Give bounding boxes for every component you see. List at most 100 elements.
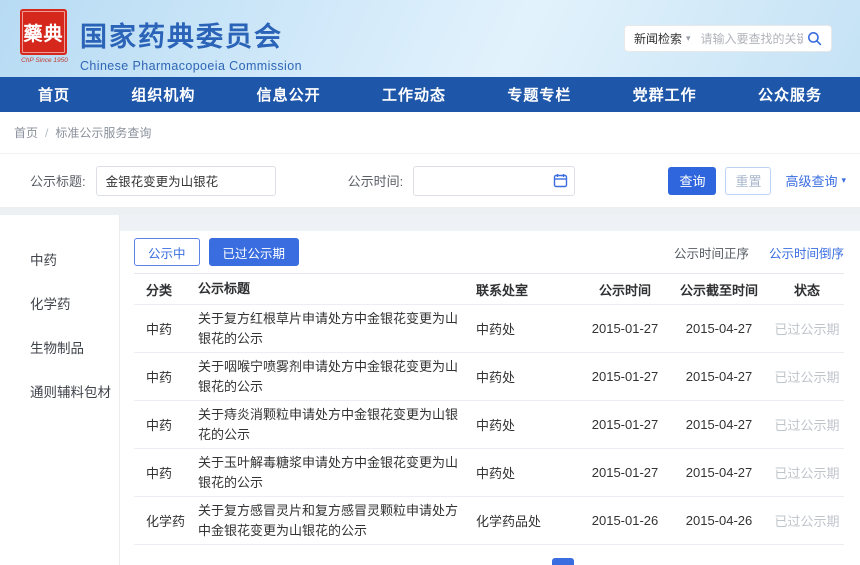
tab-ongoing[interactable]: 公示中 — [134, 238, 200, 266]
page-button-5[interactable]: 5 — [528, 562, 535, 565]
page-button-4[interactable]: 4 — [499, 562, 506, 565]
advanced-query-button[interactable]: 高级查询 ▾ — [785, 171, 846, 190]
row-title-link[interactable]: 关于复方红根草片申请处方中金银花变更为山银花的公示 — [198, 309, 476, 348]
search-input[interactable] — [701, 32, 803, 46]
nav-item-special-topics[interactable]: 专题专栏 — [499, 84, 579, 105]
row-publish-date: 2015-01-27 — [582, 465, 668, 480]
chevron-down-icon: ▾ — [686, 33, 691, 44]
search-category-label: 新闻检索 — [634, 30, 682, 47]
row-office: 中药处 — [476, 463, 582, 482]
row-status: 已过公示期 — [770, 511, 844, 530]
sort-time-asc-link[interactable]: 公示时间正序 — [674, 243, 749, 262]
chevron-down-icon: ▾ — [841, 175, 846, 186]
site-logo[interactable]: 藥典 ChP Since 1950 — [20, 9, 69, 67]
calendar-icon[interactable] — [553, 173, 568, 188]
pharmacopoeia-seal-icon: 藥典 — [20, 9, 67, 55]
row-status: 已过公示期 — [770, 319, 844, 338]
col-office: 联系处室 — [476, 280, 582, 299]
section-divider — [0, 207, 860, 215]
notice-time-field — [413, 166, 575, 196]
nav-item-organization[interactable]: 组织机构 — [123, 84, 203, 105]
sort-time-desc-link[interactable]: 公示时间倒序 — [769, 243, 844, 262]
sidebar-item-excipients[interactable]: 通则辅料包材 — [0, 369, 119, 413]
filter-actions: 查询 重置 高级查询 ▾ — [668, 167, 846, 195]
search-category-select[interactable]: 新闻检索 ▾ — [634, 30, 691, 47]
seal-caption: ChP Since 1950 — [20, 57, 69, 64]
row-office: 化学药品处 — [476, 511, 582, 530]
brand-block: 国家药典委员会 Chinese Pharmacopoeia Commission — [80, 15, 302, 73]
advanced-query-label: 高级查询 — [785, 171, 837, 190]
header-search-box: 新闻检索 ▾ — [624, 25, 832, 52]
notice-title-input[interactable] — [96, 166, 276, 196]
row-publish-date: 2015-01-26 — [582, 513, 668, 528]
col-publish-date: 公示时间 — [582, 280, 668, 299]
search-icon[interactable] — [807, 31, 822, 46]
notice-time-label: 公示时间: — [348, 171, 404, 190]
nav-item-info-disclosure[interactable]: 信息公开 — [249, 84, 329, 105]
col-end-date: 公示截至时间 — [668, 280, 770, 299]
tab-expired[interactable]: 已过公示期 — [209, 238, 300, 266]
row-status: 已过公示期 — [770, 367, 844, 386]
row-status: 已过公示期 — [770, 463, 844, 482]
main-nav: 首页 组织机构 信息公开 工作动态 专题专栏 党群工作 公众服务 — [0, 77, 860, 112]
nav-item-public-service[interactable]: 公众服务 — [750, 84, 830, 105]
table-row: 中药 关于痔炎消颗粒申请处方中金银花变更为山银花的公示 中药处 2015-01-… — [134, 401, 844, 449]
sidebar-item-biologics[interactable]: 生物制品 — [0, 325, 119, 369]
row-title-link[interactable]: 关于咽喉宁喷雾剂申请处方中金银花变更为山银花的公示 — [198, 357, 476, 396]
sort-links: 公示时间正序 公示时间倒序 — [674, 243, 844, 262]
table-row: 中药 关于复方红根草片申请处方中金银花变更为山银花的公示 中药处 2015-01… — [134, 305, 844, 353]
col-title: 公示标题 — [198, 279, 476, 299]
row-office: 中药处 — [476, 367, 582, 386]
row-category: 化学药 — [134, 511, 198, 530]
row-publish-date: 2015-01-27 — [582, 417, 668, 432]
row-publish-date: 2015-01-27 — [582, 321, 668, 336]
reset-button[interactable]: 重置 — [725, 167, 771, 195]
nav-item-work-news[interactable]: 工作动态 — [374, 84, 454, 105]
row-status: 已过公示期 — [770, 415, 844, 434]
notice-time-input[interactable] — [413, 166, 575, 196]
row-category: 中药 — [134, 319, 198, 338]
main-content: 公示中 已过公示期 公示时间正序 公示时间倒序 分类 公示标题 联系处室 公示时… — [120, 215, 860, 565]
row-end-date: 2015-04-26 — [668, 513, 770, 528]
query-button[interactable]: 查询 — [668, 167, 716, 195]
col-category: 分类 — [134, 280, 198, 299]
site-subtitle: Chinese Pharmacopoeia Commission — [80, 59, 302, 73]
row-end-date: 2015-04-27 — [668, 417, 770, 432]
table-row: 化学药 关于复方感冒灵片和复方感冒灵颗粒申请处方中金银花变更为山银花的公示 化学… — [134, 497, 844, 545]
sidebar-item-tcm[interactable]: 中药 — [0, 237, 119, 281]
site-header: 藥典 ChP Since 1950 国家药典委员会 Chinese Pharma… — [0, 0, 860, 77]
notice-title-label: 公示标题: — [30, 171, 86, 190]
row-office: 中药处 — [476, 415, 582, 434]
row-category: 中药 — [134, 415, 198, 434]
breadcrumb-home-link[interactable]: 首页 — [14, 124, 38, 141]
filter-bar: 公示标题: 公示时间: 查询 重置 高级查询 ▾ — [0, 154, 860, 207]
row-title-link[interactable]: 关于痔炎消颗粒申请处方中金银花变更为山银花的公示 — [198, 405, 476, 444]
row-publish-date: 2015-01-27 — [582, 369, 668, 384]
main-top-strip — [120, 215, 860, 231]
nav-item-party-work[interactable]: 党群工作 — [625, 84, 705, 105]
breadcrumb: 首页 / 标准公示服务查询 — [0, 112, 860, 154]
row-title-link[interactable]: 关于玉叶解毒糖浆申请处方中金银花变更为山银花的公示 — [198, 453, 476, 492]
row-category: 中药 — [134, 367, 198, 386]
row-category: 中药 — [134, 463, 198, 482]
table-row: 中药 关于咽喉宁喷雾剂申请处方中金银花变更为山银花的公示 中药处 2015-01… — [134, 353, 844, 401]
pagination: 1 2 3 4 5 6 — [120, 558, 860, 565]
page-button-1[interactable]: 1 — [411, 562, 418, 565]
page: 藥典 ChP Since 1950 国家药典委员会 Chinese Pharma… — [0, 0, 860, 565]
breadcrumb-current: 标准公示服务查询 — [55, 124, 151, 141]
notices-table: 分类 公示标题 联系处室 公示时间 公示截至时间 状态 中药 关于复方红根草片申… — [134, 273, 844, 545]
row-title-link[interactable]: 关于复方感冒灵片和复方感冒灵颗粒申请处方中金银花变更为山银花的公示 — [198, 501, 476, 540]
tabs-row: 公示中 已过公示期 公示时间正序 公示时间倒序 — [120, 231, 860, 273]
row-end-date: 2015-04-27 — [668, 321, 770, 336]
page-button-6-active[interactable]: 6 — [552, 558, 574, 565]
sidebar-item-chemical[interactable]: 化学药 — [0, 281, 119, 325]
site-title: 国家药典委员会 — [80, 15, 302, 54]
nav-item-home[interactable]: 首页 — [30, 84, 78, 105]
row-end-date: 2015-04-27 — [668, 369, 770, 384]
breadcrumb-separator: / — [45, 126, 48, 140]
category-sidebar: 中药 化学药 生物制品 通则辅料包材 — [0, 215, 120, 565]
lower-section: 中药 化学药 生物制品 通则辅料包材 公示中 已过公示期 公示时间正序 公示时间… — [0, 215, 860, 565]
row-office: 中药处 — [476, 319, 582, 338]
page-button-2[interactable]: 2 — [440, 562, 447, 565]
page-button-3[interactable]: 3 — [469, 562, 476, 565]
